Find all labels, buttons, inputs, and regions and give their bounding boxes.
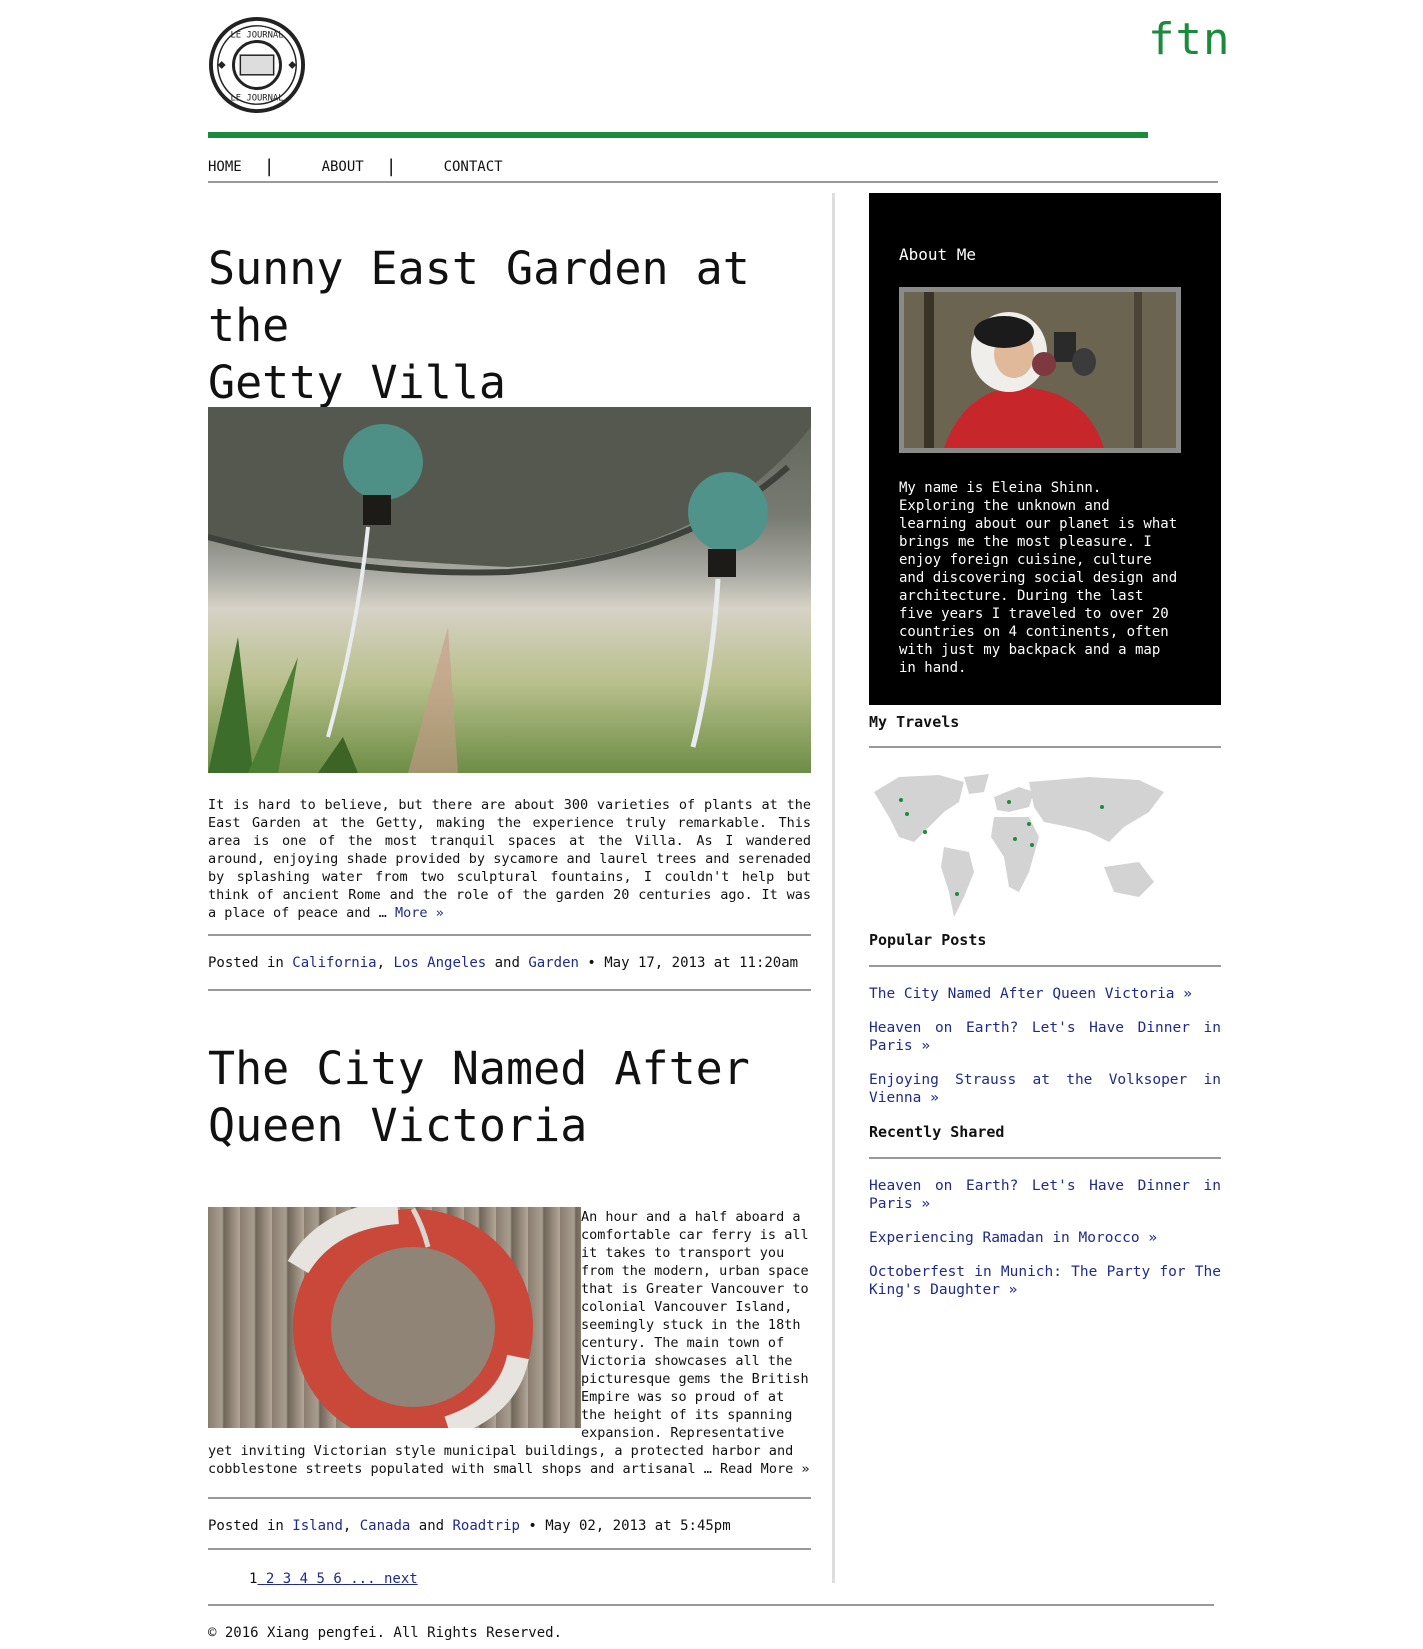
category-link[interactable]: Los Angeles: [393, 955, 486, 971]
category-link[interactable]: Canada: [360, 1518, 411, 1534]
popular-title: Popular Posts: [869, 931, 987, 949]
nav-home[interactable]: HOME: [208, 159, 242, 175]
svg-text:LE JOURNAL: LE JOURNAL: [230, 93, 283, 103]
category-link[interactable]: Roadtrip: [453, 1518, 520, 1534]
post-divider: [208, 1497, 811, 1499]
page-link[interactable]: 4: [300, 1571, 308, 1587]
popular-post-link[interactable]: Enjoying Strauss at the Volksoper in Vie…: [869, 1071, 1221, 1107]
post-divider: [208, 934, 811, 936]
more-link[interactable]: More »: [395, 905, 444, 921]
pagination: 1 2 3 4 5 6 ... next: [249, 1571, 418, 1587]
author-photo: [899, 287, 1181, 453]
post-divider: [208, 989, 811, 991]
popular-post-link[interactable]: The City Named After Queen Victoria »: [869, 985, 1221, 1003]
post-date: • May 17, 2013 at 11:20am: [587, 955, 799, 971]
about-title: About Me: [899, 245, 977, 264]
page-ellipsis[interactable]: ...: [350, 1571, 375, 1587]
page-link[interactable]: 6: [333, 1571, 341, 1587]
post-title[interactable]: The City Named After Queen Victoria: [208, 1040, 818, 1154]
post-meta: Posted in California, Los Angeles and Ga…: [208, 955, 799, 971]
nav-separator: |: [385, 156, 397, 177]
sidebar-divider: [869, 965, 1221, 967]
footer-divider: [208, 1604, 1214, 1606]
page-link[interactable]: 3: [283, 1571, 291, 1587]
column-divider: [832, 193, 835, 1583]
page-link[interactable]: 5: [317, 1571, 325, 1587]
post-image-lifebuoy[interactable]: [208, 1207, 581, 1428]
header-accent-rule: [208, 132, 1148, 138]
post-meta: Posted in Island, Canada and Roadtrip • …: [208, 1518, 731, 1534]
about-text: My name is Eleina Shinn. Exploring the u…: [899, 480, 1178, 676]
main-nav: HOME | ABOUT | CONTACT: [208, 156, 503, 177]
world-map[interactable]: [869, 772, 1169, 922]
shared-post-link[interactable]: Heaven on Earth? Let's Have Dinner in Pa…: [869, 1177, 1221, 1213]
post-title[interactable]: Sunny East Garden at the Getty Villa: [208, 240, 818, 411]
category-link[interactable]: California: [292, 955, 376, 971]
nav-contact[interactable]: CONTACT: [444, 159, 503, 175]
nav-about[interactable]: ABOUT: [322, 159, 364, 175]
shared-title: Recently Shared: [869, 1123, 1005, 1141]
post-divider: [208, 1548, 811, 1550]
shared-post-link[interactable]: Octoberfest in Munich: The Party for The…: [869, 1263, 1221, 1299]
category-link[interactable]: Island: [292, 1518, 343, 1534]
popular-post-link[interactable]: Heaven on Earth? Let's Have Dinner in Pa…: [869, 1019, 1221, 1055]
post-date: • May 02, 2013 at 5:45pm: [528, 1518, 731, 1534]
post-image-fountain[interactable]: [208, 407, 811, 773]
footer-copyright: © 2016 Xiang pengfei. All Rights Reserve…: [208, 1625, 563, 1641]
travels-title: My Travels: [869, 713, 960, 731]
sidebar-divider: [869, 746, 1221, 748]
next-page-link[interactable]: next: [384, 1571, 418, 1587]
about-me-box: About Me My name is Eleina Shinn. Explor…: [869, 193, 1221, 705]
read-more-link[interactable]: Read More »: [720, 1461, 809, 1477]
nav-separator: |: [263, 156, 275, 177]
nav-divider: [208, 181, 1218, 183]
shared-post-link[interactable]: Experiencing Ramadan in Morocco »: [869, 1229, 1221, 1247]
category-link[interactable]: Garden: [528, 955, 579, 971]
brand-name[interactable]: ftn: [1148, 14, 1230, 65]
logo-stamp[interactable]: LE JOURNAL LE JOURNAL: [208, 16, 306, 114]
post-excerpt: It is hard to believe, but there are abo…: [208, 797, 811, 921]
logo-text: LE JOURNAL: [230, 31, 283, 41]
sidebar-divider: [869, 1157, 1221, 1159]
